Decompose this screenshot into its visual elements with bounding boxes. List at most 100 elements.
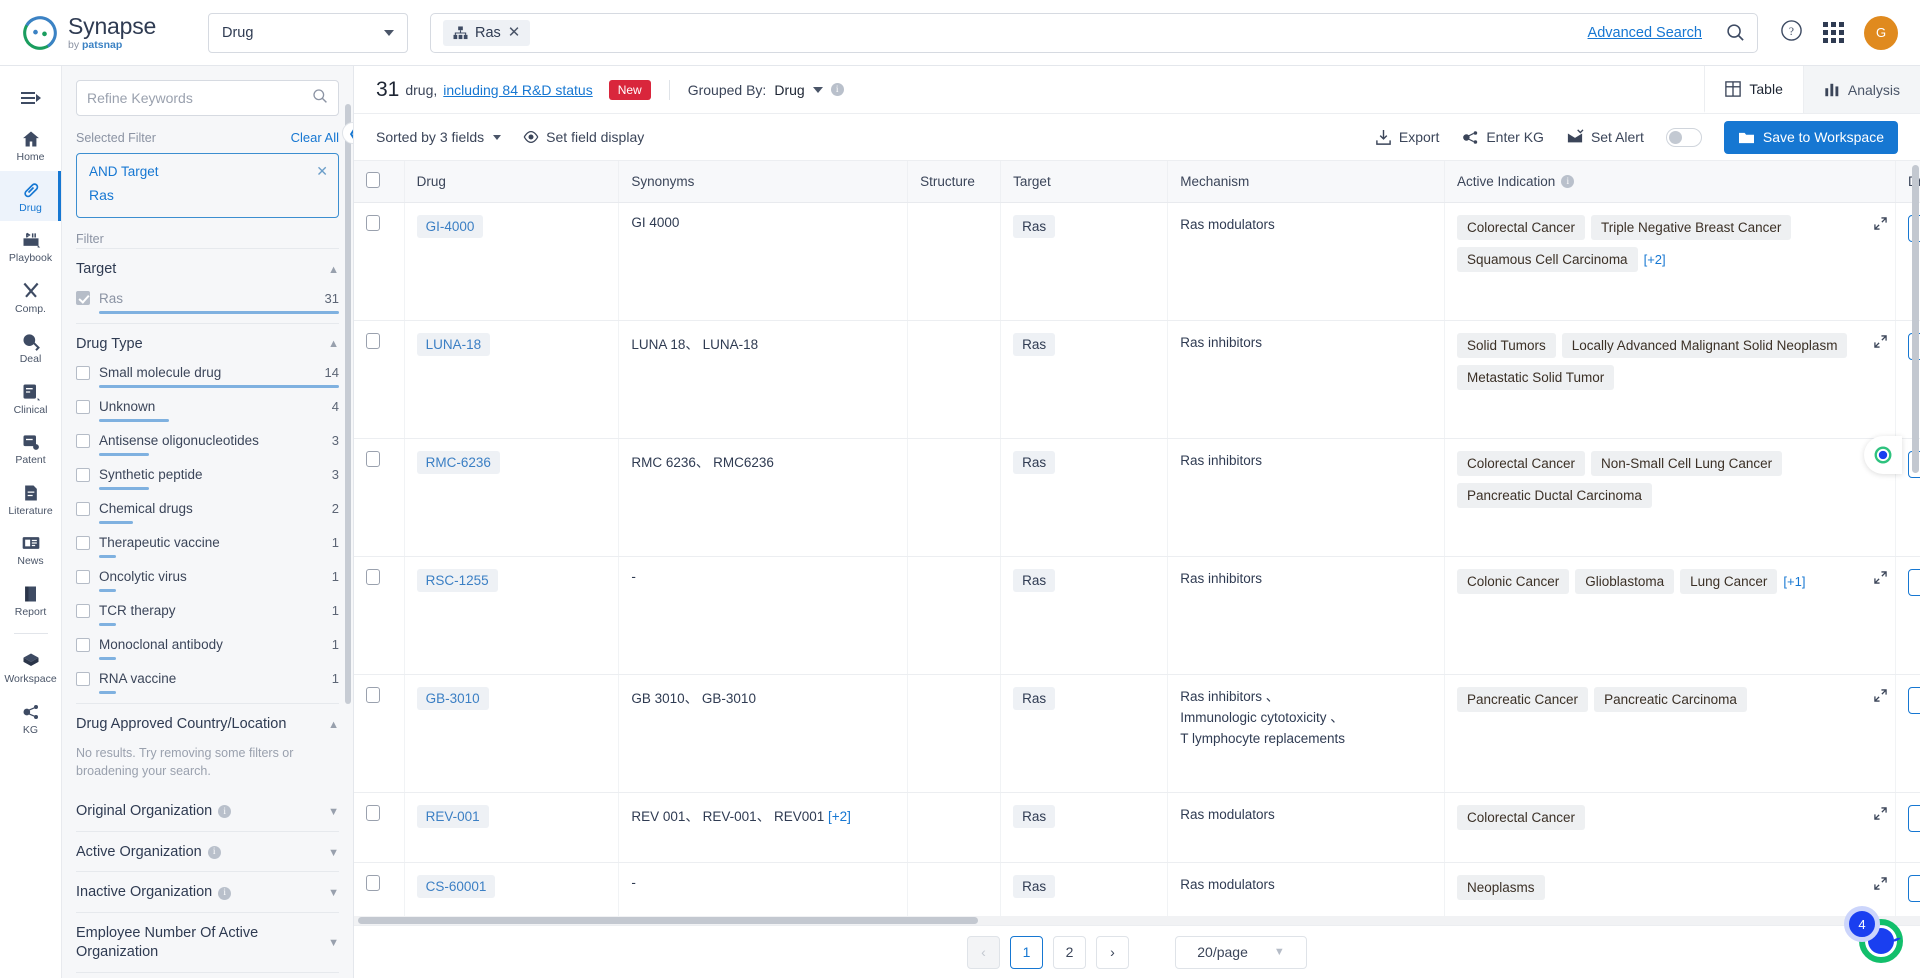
indication-tag[interactable]: Pancreatic Ductal Carcinoma xyxy=(1457,483,1652,508)
indication-tag[interactable]: Triple Negative Breast Cancer xyxy=(1591,215,1792,240)
filter-option[interactable]: RNA vaccine 1 xyxy=(76,669,339,703)
row-checkbox[interactable] xyxy=(366,875,380,891)
sidebar-item-report[interactable]: Report xyxy=(0,575,61,626)
row-checkbox[interactable] xyxy=(366,451,380,467)
indication-tag[interactable]: Glioblastoma xyxy=(1575,569,1675,594)
checkbox[interactable] xyxy=(76,671,90,686)
sidebar-item-comp[interactable]: Comp. xyxy=(0,272,61,323)
indication-tag[interactable]: Colorectal Cancer xyxy=(1457,805,1586,830)
tab-table[interactable]: Table xyxy=(1704,66,1803,113)
advanced-search-link[interactable]: Advanced Search xyxy=(1588,25,1702,41)
enter-kg-button[interactable]: Enter KG xyxy=(1461,129,1544,146)
apps-grid-icon[interactable] xyxy=(1823,22,1844,43)
indication-tag[interactable]: Pancreatic Carcinoma xyxy=(1594,687,1747,712)
help-icon[interactable]: ? xyxy=(1780,19,1803,47)
search-icon[interactable] xyxy=(1726,23,1745,42)
filter-section-original-organization[interactable]: Original Organization i ▼ xyxy=(76,791,339,831)
synonyms-more[interactable]: [+2] xyxy=(828,809,851,824)
indication-tag[interactable]: Solid Tumors xyxy=(1457,333,1556,358)
expand-icon[interactable] xyxy=(1874,807,1887,823)
target-tag[interactable]: Ras xyxy=(1013,451,1056,474)
table-vertical-scrollbar-thumb[interactable] xyxy=(1912,165,1919,473)
drug-link[interactable]: REV-001 xyxy=(416,805,489,828)
filter-option[interactable]: Antisense oligonucleotides 3 xyxy=(76,431,339,465)
checkbox[interactable] xyxy=(76,467,90,482)
sidebar-item-deal[interactable]: Deal xyxy=(0,322,61,373)
sidebar-item-news[interactable]: News xyxy=(0,524,61,575)
column-header-mechanism[interactable]: Mechanism xyxy=(1167,161,1445,203)
info-icon[interactable]: i xyxy=(1561,175,1575,188)
filter-option[interactable]: Small molecule drug 14 xyxy=(76,363,339,397)
refine-keywords-field[interactable] xyxy=(76,80,339,116)
target-tag[interactable]: Ras xyxy=(1013,805,1056,828)
target-tag[interactable]: Ras xyxy=(1013,215,1056,238)
drug-link[interactable]: CS-60001 xyxy=(416,875,496,898)
indication-tag[interactable]: Metastatic Solid Tumor xyxy=(1457,365,1615,390)
sidebar-item-clinical[interactable]: Clinical xyxy=(0,373,61,424)
nav-collapse-toggle[interactable] xyxy=(0,76,61,120)
expand-icon[interactable] xyxy=(1874,877,1887,893)
target-tag[interactable]: Ras xyxy=(1013,687,1056,710)
indication-tag[interactable]: Locally Advanced Malignant Solid Neoplas… xyxy=(1561,333,1848,358)
filter-section-drug-type[interactable]: Drug Type ▲ xyxy=(76,322,339,364)
checkbox[interactable] xyxy=(76,603,90,618)
tab-analysis[interactable]: Analysis xyxy=(1802,66,1920,113)
table-horizontal-scrollbar-thumb[interactable] xyxy=(358,917,978,924)
table-row[interactable]: CS-60001-RasRas modulatorsNeoplasmsPrecl… xyxy=(354,862,1920,920)
export-button[interactable]: Export xyxy=(1375,129,1439,146)
column-header-synonyms[interactable]: Synonyms xyxy=(618,161,909,203)
indication-tag[interactable]: Colorectal Cancer xyxy=(1457,215,1586,240)
pagination-next[interactable]: › xyxy=(1096,935,1129,969)
sidebar-item-workspace[interactable]: Workspace xyxy=(0,642,61,693)
filter-option[interactable]: Chemical drugs 2 xyxy=(76,499,339,533)
column-header-structure[interactable]: Structure xyxy=(907,161,1002,203)
column-header-drug[interactable]: Drug xyxy=(404,161,620,203)
filter-section-target[interactable]: Target ▲ xyxy=(76,248,339,289)
drug-link[interactable]: RSC-1255 xyxy=(416,569,498,592)
indication-more[interactable]: [+2] xyxy=(1644,252,1666,267)
drug-link[interactable]: GI-4000 xyxy=(416,215,484,238)
table-row[interactable]: REV-001 REV 001、 REV-001、 REV001 [+2] Ras R… xyxy=(354,792,1920,863)
sidebar-item-patent[interactable]: Patent xyxy=(0,423,61,474)
expand-icon[interactable] xyxy=(1874,689,1887,705)
checkbox[interactable] xyxy=(76,501,90,516)
indication-tag[interactable]: Pancreatic Cancer xyxy=(1457,687,1589,712)
checkbox[interactable] xyxy=(76,399,90,414)
filter-section-inactive-organization[interactable]: Inactive Organization i ▼ xyxy=(76,871,339,912)
indication-tag[interactable]: Colonic Cancer xyxy=(1457,569,1570,594)
checkbox[interactable] xyxy=(76,365,90,380)
filter-option[interactable]: TCR therapy 1 xyxy=(76,601,339,635)
checkbox[interactable] xyxy=(76,535,90,550)
grouped-by-control[interactable]: Grouped By: Drug i xyxy=(688,82,844,98)
checkbox[interactable] xyxy=(76,433,90,448)
target-tag[interactable]: Ras xyxy=(1013,333,1056,356)
info-icon[interactable]: i xyxy=(218,886,232,900)
checkbox[interactable] xyxy=(76,569,90,584)
info-icon[interactable]: i xyxy=(830,83,844,96)
filter-option-ras[interactable]: Ras 31 xyxy=(76,289,339,323)
drug-link[interactable]: GB-3010 xyxy=(416,687,489,710)
row-checkbox[interactable] xyxy=(366,687,380,703)
indication-tag[interactable]: Colorectal Cancer xyxy=(1457,451,1586,476)
row-checkbox[interactable] xyxy=(366,333,380,349)
sidebar-item-literature[interactable]: Literature xyxy=(0,474,61,525)
table-row[interactable]: GB-3010 GB 3010、 GB-3010 Ras Ras inhibitors… xyxy=(354,674,1920,793)
page-size-select[interactable]: 20/page ▼ xyxy=(1175,935,1307,969)
column-header-active-indication[interactable]: Active Indication i xyxy=(1444,161,1896,203)
row-checkbox[interactable] xyxy=(366,215,380,231)
filter-section-employee-number-of-active-organization[interactable]: Employee Number Of Active Organization ▼ xyxy=(76,911,339,972)
indication-tag[interactable]: Neoplasms xyxy=(1457,875,1545,900)
search-bar[interactable]: Ras ✕ Advanced Search xyxy=(430,12,1758,53)
table-row[interactable]: RSC-1255 - Ras Ras inhibitors Colonic Cancer… xyxy=(354,556,1920,675)
column-header-target[interactable]: Target xyxy=(1000,161,1169,203)
sidebar-item-home[interactable]: Home xyxy=(0,120,61,171)
target-tag[interactable]: Ras xyxy=(1013,569,1056,592)
close-icon[interactable]: ✕ xyxy=(508,25,521,40)
rd-status-link[interactable]: including 84 R&D status xyxy=(443,82,592,98)
indication-tag[interactable]: Non-Small Cell Lung Cancer xyxy=(1591,451,1783,476)
avatar[interactable]: G xyxy=(1864,15,1898,50)
filter-option[interactable]: Oncolytic virus 1 xyxy=(76,567,339,601)
sidebar-item-playbook[interactable]: Playbook xyxy=(0,221,61,272)
table-row[interactable]: GI-4000 GI 4000 Ras Ras modulators Colorecta… xyxy=(354,202,1920,321)
table-row[interactable]: RMC-6236 RMC 6236、 RMC6236 Ras Ras inhibito… xyxy=(354,438,1920,557)
